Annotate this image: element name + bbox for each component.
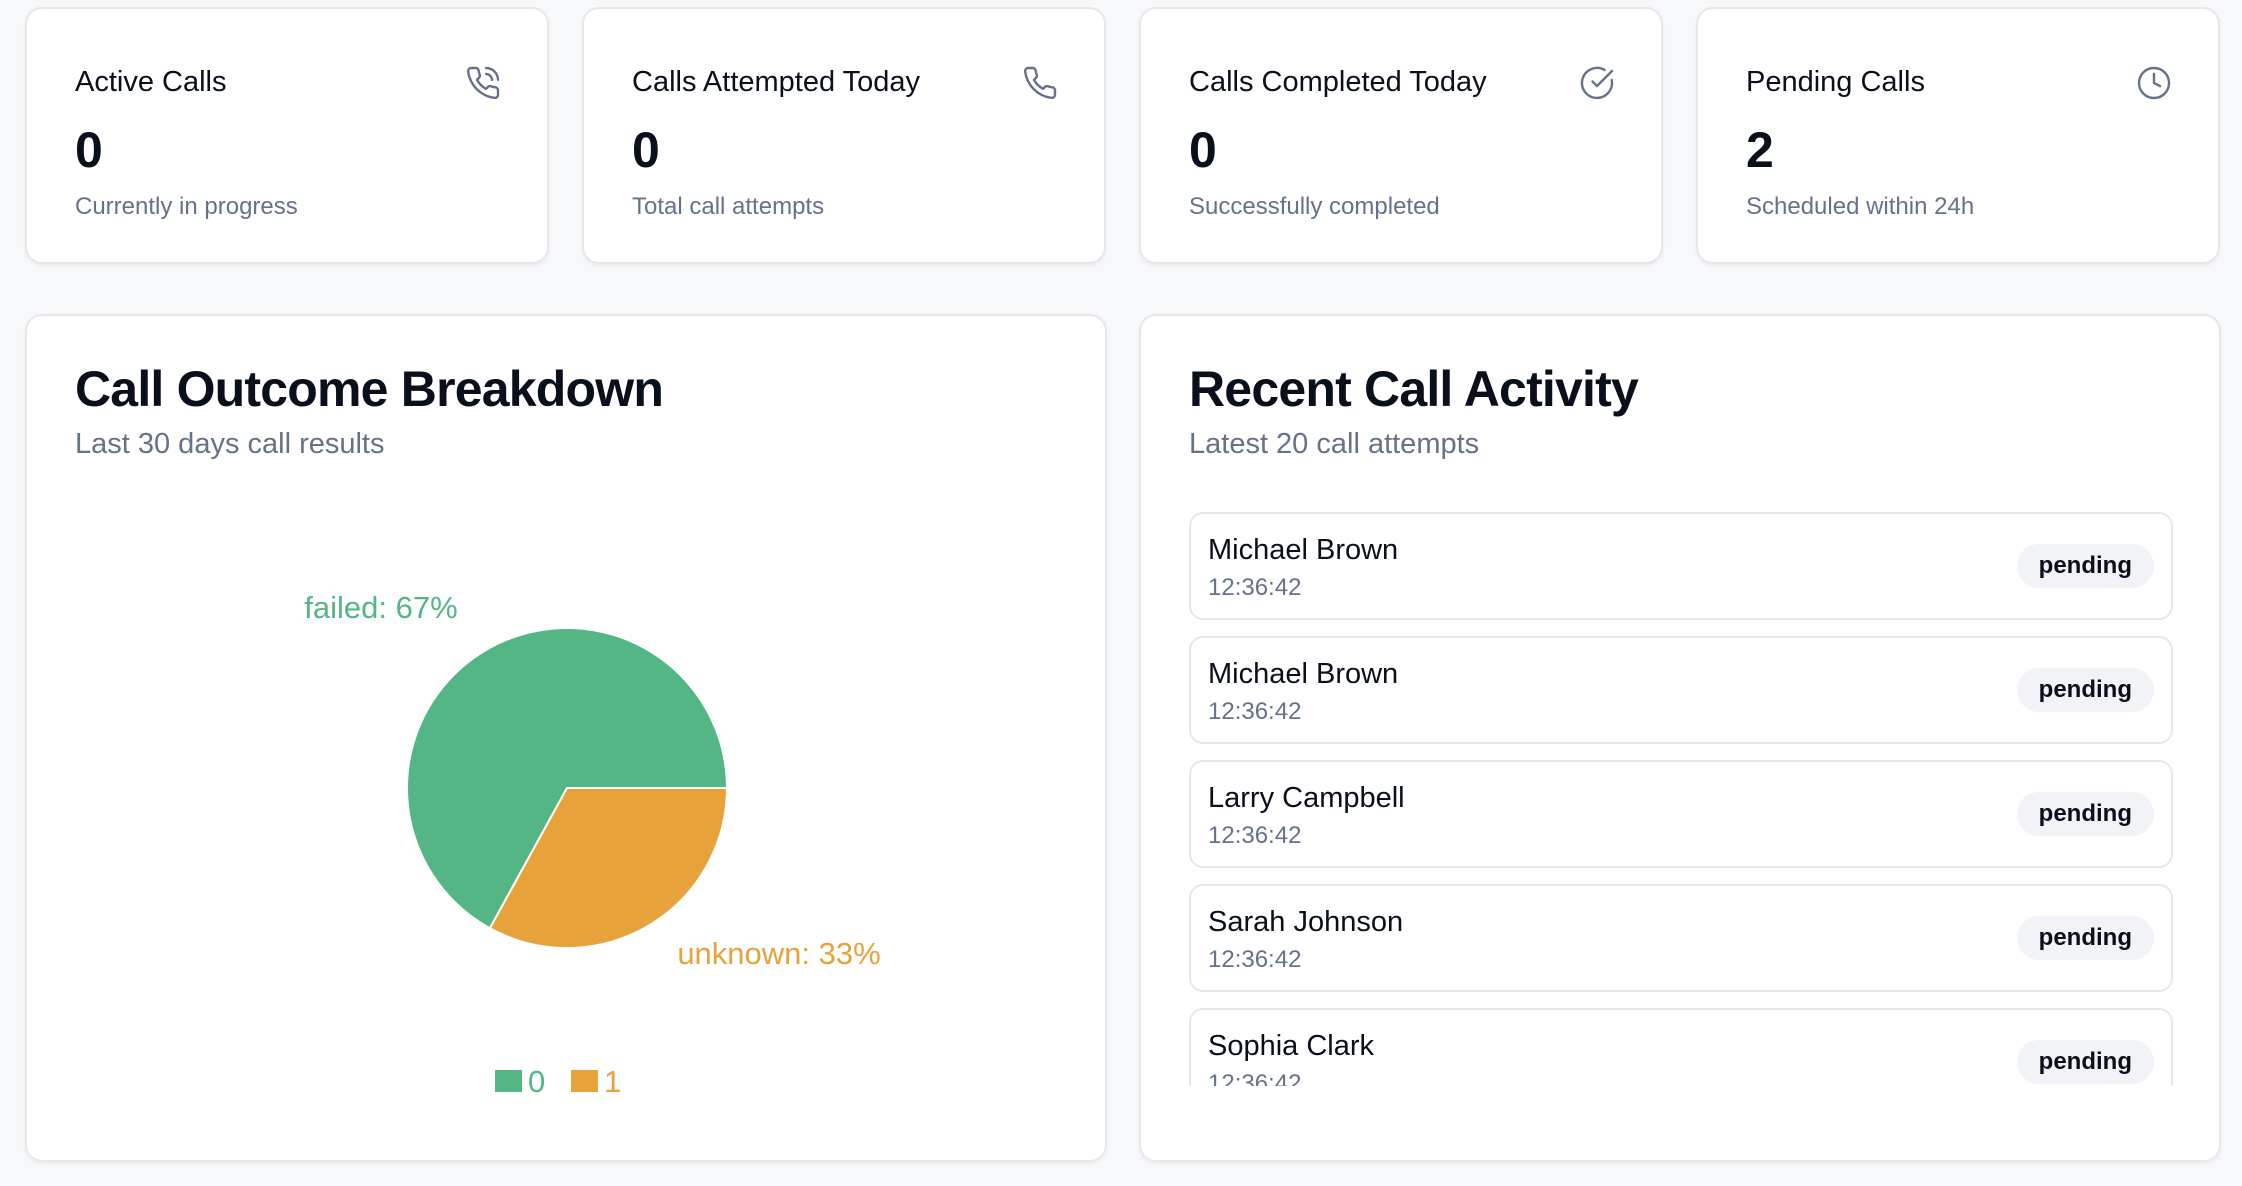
- status-badge: pending: [2016, 544, 2154, 588]
- stat-value: 2: [1746, 122, 1774, 178]
- stat-card-calls-completed: Calls Completed Today 0 Successfully com…: [1139, 7, 1663, 264]
- dashboard: Active Calls 0 Currently in progress Cal…: [0, 0, 2242, 1186]
- caller-name: Larry Campbell: [1208, 782, 1405, 814]
- call-time: 12:36:42: [1208, 698, 1302, 725]
- caller-name: Michael Brown: [1208, 534, 1399, 566]
- caller-name: Michael Brown: [1208, 658, 1399, 690]
- pie-chart: failed: 67% unknown: 33% 0 1: [304, 590, 880, 1099]
- call-time: 12:36:42: [1208, 1070, 1302, 1086]
- stat-card-active-calls: Active Calls 0 Currently in progress: [25, 7, 549, 264]
- call-time: 12:36:42: [1208, 946, 1302, 973]
- stat-subtitle: Successfully completed: [1189, 193, 1440, 220]
- stat-title: Pending Calls: [1746, 66, 1925, 98]
- status-badge: pending: [2016, 668, 2154, 712]
- stat-title: Calls Attempted Today: [632, 66, 921, 98]
- phone-call-icon: [465, 65, 501, 101]
- stat-card-pending-calls: Pending Calls 2 Scheduled within 24h: [1696, 7, 2220, 264]
- stat-title: Active Calls: [75, 66, 227, 98]
- legend-swatch: [495, 1070, 522, 1092]
- call-time: 12:36:42: [1208, 574, 1302, 601]
- caller-name: Sophia Clark: [1208, 1030, 1375, 1062]
- panel-title: Recent Call Activity: [1189, 361, 1639, 417]
- stat-value: 0: [632, 122, 660, 178]
- activity-list[interactable]: Michael Brown 12:36:42 pending Michael B…: [1189, 512, 2173, 1086]
- stat-value: 0: [75, 122, 103, 178]
- call-outcome-panel: Call Outcome Breakdown Last 30 days call…: [25, 314, 1107, 1162]
- stat-subtitle: Currently in progress: [75, 193, 298, 220]
- status-badge: pending: [2016, 1040, 2154, 1084]
- activity-item[interactable]: Sarah Johnson 12:36:42 pending: [1189, 884, 2173, 992]
- check-circle-icon: [1579, 65, 1615, 101]
- legend-label: 0: [528, 1064, 545, 1099]
- clock-icon: [2136, 65, 2172, 101]
- call-time: 12:36:42: [1208, 822, 1302, 849]
- activity-item[interactable]: Larry Campbell 12:36:42 pending: [1189, 760, 2173, 868]
- phone-icon: [1022, 65, 1058, 101]
- slice-label-unknown: unknown: 33%: [677, 936, 880, 971]
- stat-subtitle: Total call attempts: [632, 193, 825, 220]
- activity-item[interactable]: Michael Brown 12:36:42 pending: [1189, 512, 2173, 620]
- slice-label-failed: failed: 67%: [304, 590, 457, 625]
- stat-card-calls-attempted: Calls Attempted Today 0 Total call attem…: [582, 7, 1106, 264]
- caller-name: Sarah Johnson: [1208, 906, 1404, 938]
- activity-item[interactable]: Sophia Clark 12:36:42 pending: [1189, 1008, 2173, 1086]
- status-badge: pending: [2016, 916, 2154, 960]
- panel-subtitle: Latest 20 call attempts: [1189, 428, 1480, 460]
- recent-activity-panel: Recent Call Activity Latest 20 call atte…: [1139, 314, 2221, 1162]
- activity-item[interactable]: Michael Brown 12:36:42 pending: [1189, 636, 2173, 744]
- stat-subtitle: Scheduled within 24h: [1746, 193, 1975, 220]
- stat-title: Calls Completed Today: [1189, 66, 1487, 98]
- legend-label: 1: [604, 1064, 621, 1099]
- status-badge: pending: [2016, 792, 2154, 836]
- stat-value: 0: [1189, 122, 1217, 178]
- legend-swatch: [571, 1070, 598, 1092]
